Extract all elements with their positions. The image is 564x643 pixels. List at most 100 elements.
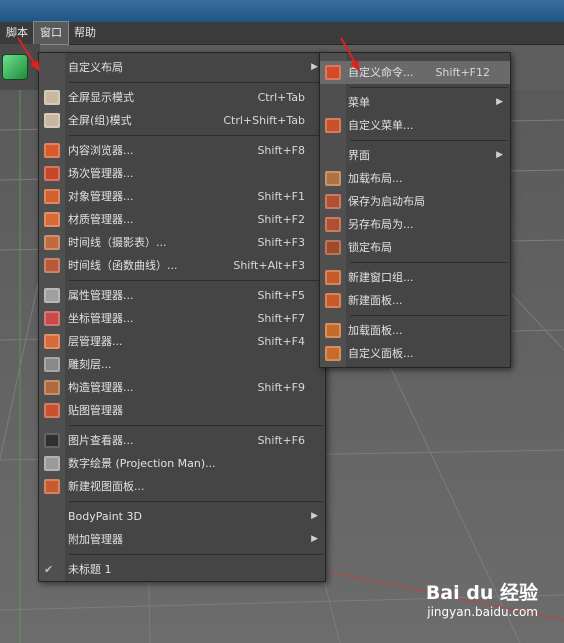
- structure-manager-icon: [44, 380, 60, 395]
- window-menu-item[interactable]: 层管理器... Shift+F4: [39, 330, 325, 353]
- baidu-logo: Bai du 经验: [425, 582, 538, 604]
- menu-separator: [69, 82, 323, 83]
- window-menu-label: 属性管理器...: [68, 289, 134, 302]
- custom-layout-label: 菜单: [348, 96, 370, 109]
- menu-separator: [350, 140, 508, 141]
- red-arrow-annotation-1: [17, 37, 40, 72]
- custom-layout-item[interactable]: 菜单 ▶: [320, 91, 510, 114]
- shortcut-text: Shift+F9: [257, 381, 305, 394]
- take-manager-icon: [44, 166, 60, 181]
- window-menu-item[interactable]: 贴图管理器: [39, 399, 325, 422]
- window-menu-label: 未标题 1: [68, 563, 112, 576]
- submenu-arrow-icon: ▶: [311, 511, 318, 521]
- window-menu-item[interactable]: 雕刻层...: [39, 353, 325, 376]
- sculpt-layer-icon: [44, 357, 60, 372]
- menu-separator: [350, 87, 508, 88]
- material-manager-icon: [44, 212, 60, 227]
- menu-separator: [69, 280, 323, 281]
- window-menu-label: 时间线（函数曲线）...: [68, 259, 178, 272]
- shortcut-text: Ctrl+Tab: [257, 91, 305, 104]
- window-menu-item[interactable]: 图片查看器... Shift+F6: [39, 429, 325, 452]
- custom-layout-item[interactable]: 自定义菜单...: [320, 114, 510, 137]
- menu-separator: [69, 554, 323, 555]
- window-menu-label: 时间线（摄影表）...: [68, 236, 167, 249]
- custom-layout-label: 新建面板...: [348, 294, 403, 307]
- content-browser-icon: [44, 143, 60, 158]
- new-panel-icon: [325, 293, 341, 308]
- window-menu-item[interactable]: BodyPaint 3D ▶: [39, 505, 325, 528]
- custom-layout-item[interactable]: 保存为启动布局: [320, 190, 510, 213]
- shortcut-text: Shift+F12: [435, 66, 490, 79]
- window-menu-item[interactable]: 新建视图面板...: [39, 475, 325, 498]
- custom-layout-item[interactable]: 新建窗口组...: [320, 266, 510, 289]
- custom-layout-label: 自定义菜单...: [348, 119, 414, 132]
- menu-separator: [69, 135, 323, 136]
- shortcut-text: Shift+F2: [257, 213, 305, 226]
- custom-layout-item[interactable]: 锁定布局: [320, 236, 510, 259]
- window-menu-item[interactable]: 材质管理器... Shift+F2: [39, 208, 325, 231]
- window-menu-item[interactable]: 全屏显示模式 Ctrl+Tab: [39, 86, 325, 109]
- window-menu-item[interactable]: 时间线（函数曲线）... Shift+Alt+F3: [39, 254, 325, 277]
- save-startup-layout-icon: [325, 194, 341, 209]
- custom-layout-label: 新建窗口组...: [348, 271, 414, 284]
- shortcut-text: Shift+F1: [257, 190, 305, 203]
- window-menu-item[interactable]: 时间线（摄影表）... Shift+F3: [39, 231, 325, 254]
- shortcut-text: Shift+F8: [257, 144, 305, 157]
- custom-layout-label: 锁定布局: [348, 241, 392, 254]
- window-menu-label: 层管理器...: [68, 335, 123, 348]
- window-title-bar: [0, 0, 564, 22]
- window-menu-item[interactable]: 属性管理器... Shift+F5: [39, 284, 325, 307]
- main-menubar: 脚本 窗口 帮助: [0, 21, 564, 45]
- menu-help[interactable]: 帮助: [68, 22, 102, 44]
- window-menu-label: 全屏显示模式: [68, 91, 134, 104]
- submenu-arrow-icon: ▶: [311, 62, 318, 72]
- object-manager-icon: [44, 189, 60, 204]
- texture-manager-icon: [44, 403, 60, 418]
- shortcut-text: Shift+F4: [257, 335, 305, 348]
- window-menu-item[interactable]: 对象管理器... Shift+F1: [39, 185, 325, 208]
- window-menu-label: 坐标管理器...: [68, 312, 134, 325]
- custom-layout-item[interactable]: 加载布局...: [320, 167, 510, 190]
- custom-layout-item[interactable]: 另存布局为...: [320, 213, 510, 236]
- window-menu-item[interactable]: ✔ 未标题 1: [39, 558, 325, 581]
- window-menu-label: BodyPaint 3D: [68, 510, 142, 523]
- custom-layout-label: 加载布局...: [348, 172, 403, 185]
- window-menu-item[interactable]: 附加管理器 ▶: [39, 528, 325, 551]
- submenu-arrow-icon: ▶: [311, 534, 318, 544]
- custom-panel-icon: [325, 346, 341, 361]
- window-menu-label: 新建视图面板...: [68, 480, 145, 493]
- custom-layout-item[interactable]: 自定义面板...: [320, 342, 510, 365]
- window-menu-label: 附加管理器: [68, 533, 123, 546]
- fullscreen-icon: [44, 90, 60, 105]
- window-menu-item[interactable]: 内容浏览器... Shift+F8: [39, 139, 325, 162]
- window-menu-label: 对象管理器...: [68, 190, 134, 203]
- window-menu-item[interactable]: 全屏(组)模式 Ctrl+Shift+Tab: [39, 109, 325, 132]
- menu-separator: [350, 262, 508, 263]
- window-menu-item[interactable]: 自定义布局 ▶: [39, 56, 325, 79]
- custom-layout-label: 界面: [348, 149, 370, 162]
- window-menu-item[interactable]: 构造管理器... Shift+F9: [39, 376, 325, 399]
- window-menu-label: 场次管理器...: [68, 167, 134, 180]
- custom-layout-item[interactable]: 界面 ▶: [320, 144, 510, 167]
- submenu-arrow-icon: ▶: [496, 150, 503, 160]
- window-menu-label: 贴图管理器: [68, 404, 123, 417]
- window-menu-item[interactable]: 数字绘景 (Projection Man)...: [39, 452, 325, 475]
- window-menu-item[interactable]: 场次管理器...: [39, 162, 325, 185]
- window-menu-label: 雕刻层...: [68, 358, 112, 371]
- custom-layout-label: 另存布局为...: [348, 218, 414, 231]
- window-menu-item[interactable]: 坐标管理器... Shift+F7: [39, 307, 325, 330]
- custom-layout-item[interactable]: 新建面板...: [320, 289, 510, 312]
- attribute-manager-icon: [44, 288, 60, 303]
- window-menu-label: 数字绘景 (Projection Man)...: [68, 457, 216, 470]
- menu-separator: [69, 501, 323, 502]
- shortcut-text: Shift+F3: [257, 236, 305, 249]
- custom-layout-item[interactable]: 加载面板...: [320, 319, 510, 342]
- shortcut-text: Shift+F5: [257, 289, 305, 302]
- shortcut-text: Shift+F7: [257, 312, 305, 325]
- check-icon: ✔: [44, 563, 54, 576]
- submenu-arrow-icon: ▶: [496, 97, 503, 107]
- window-menu-label: 图片查看器...: [68, 434, 134, 447]
- custom-layout-label: 加载面板...: [348, 324, 403, 337]
- fullscreen-group-icon: [44, 113, 60, 128]
- custom-layout-label: 自定义面板...: [348, 347, 414, 360]
